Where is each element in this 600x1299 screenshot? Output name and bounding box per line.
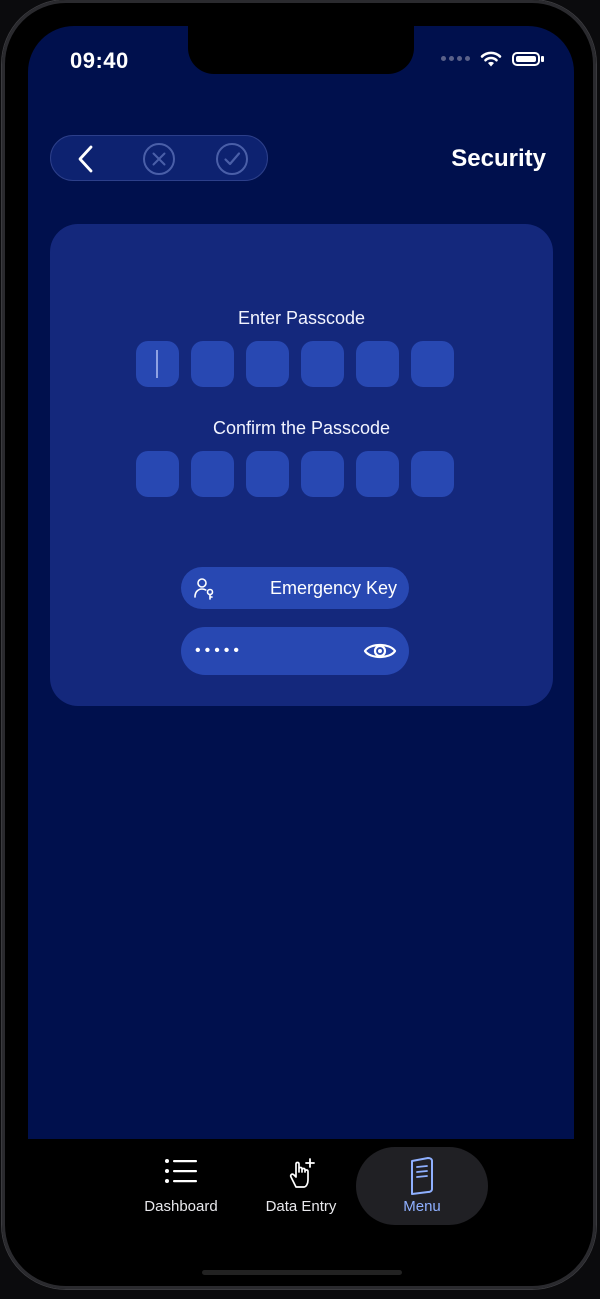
- device-frame: 09:40 Security Enter Passcode Confirm th…: [2, 0, 596, 1289]
- back-button[interactable]: [61, 136, 111, 182]
- tab-menu-label: Menu: [403, 1198, 441, 1215]
- security-card: Enter Passcode Confirm the Passcode Emer…: [50, 224, 553, 706]
- confirm-digit-3[interactable]: [246, 451, 289, 497]
- confirm-button[interactable]: [207, 136, 257, 182]
- passcode-digit-4[interactable]: [301, 341, 344, 387]
- passcode-digit-1[interactable]: [136, 341, 179, 387]
- enter-passcode-label: Enter Passcode: [237, 308, 366, 328]
- emergency-key-value: •••••: [195, 642, 244, 659]
- cellular-icon: [441, 56, 470, 61]
- confirm-digit-4[interactable]: [301, 451, 344, 497]
- toolbar-pill: [50, 135, 268, 181]
- emergency-key-input[interactable]: •••••: [181, 627, 409, 675]
- passcode-digit-2[interactable]: [191, 341, 234, 387]
- cancel-button[interactable]: [134, 136, 184, 182]
- confirm-digit-6[interactable]: [411, 451, 454, 497]
- tab-data-entry[interactable]: Data Entry: [241, 1139, 361, 1249]
- battery-icon: [512, 51, 540, 66]
- emergency-key-label-field: Emergency Key: [181, 567, 409, 609]
- eye-icon: [363, 643, 397, 659]
- touch-add-icon: [289, 1158, 315, 1188]
- passcode-digit-6[interactable]: [411, 341, 454, 387]
- show-password-button[interactable]: [363, 640, 397, 662]
- status-time: 09:40: [70, 48, 129, 73]
- page-title: Security: [451, 145, 546, 172]
- wifi-icon: [480, 51, 502, 67]
- tab-menu[interactable]: Menu: [362, 1139, 482, 1249]
- chevron-left-icon: [78, 145, 93, 173]
- book-icon: [411, 1157, 433, 1195]
- tab-dashboard-label: Dashboard: [144, 1198, 218, 1215]
- confirm-digit-1[interactable]: [136, 451, 179, 497]
- status-icons: [441, 50, 544, 67]
- passcode-digit-3[interactable]: [246, 341, 289, 387]
- enter-passcode-row: [136, 341, 454, 387]
- confirm-passcode-row: [136, 451, 454, 497]
- tab-data-entry-label: Data Entry: [265, 1198, 337, 1215]
- tab-dashboard[interactable]: Dashboard: [121, 1139, 241, 1249]
- emergency-key-label: Emergency Key: [269, 577, 397, 598]
- confirm-digit-5[interactable]: [356, 451, 399, 497]
- confirm-passcode-label: Confirm the Passcode: [212, 418, 391, 438]
- tab-bar: Dashboard Data Entry Menu: [28, 1139, 574, 1249]
- home-indicator: [202, 1270, 402, 1275]
- user-key-icon: [194, 578, 214, 600]
- notch: [188, 24, 414, 74]
- checkmark-circle-icon: [216, 143, 248, 175]
- passcode-digit-5[interactable]: [356, 341, 399, 387]
- confirm-digit-2[interactable]: [191, 451, 234, 497]
- close-circle-icon: [143, 143, 175, 175]
- list-icon: [165, 1159, 197, 1183]
- text-cursor: [156, 350, 158, 378]
